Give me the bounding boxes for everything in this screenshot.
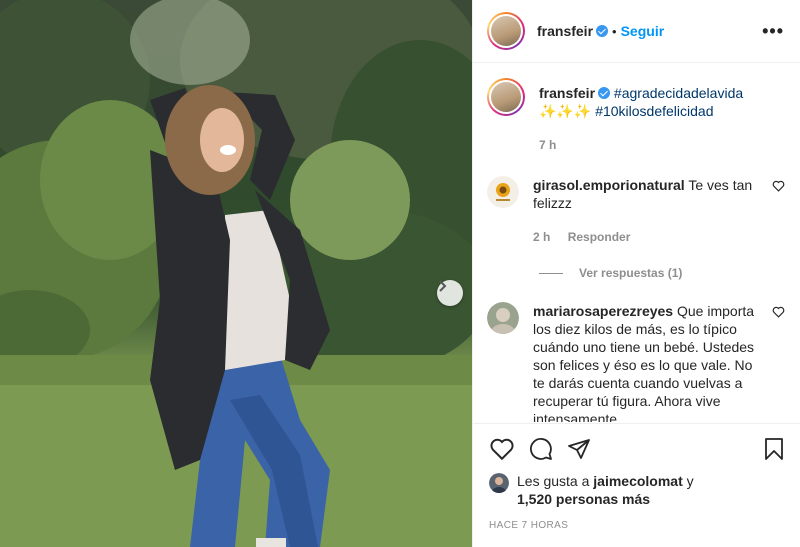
heart-icon[interactable]: [772, 306, 785, 318]
photo-scene: [0, 0, 472, 547]
comment-time: 2 h: [533, 230, 551, 244]
comment-item: girasol.emporionatural Te ves tan felizz…: [487, 176, 785, 246]
emoji-sparkles: ✨✨✨: [539, 103, 592, 119]
comment-button[interactable]: [529, 437, 553, 461]
caption: fransfeir #agradecidadelavida ✨✨✨ #10kil…: [487, 78, 785, 154]
caption-avatar[interactable]: [487, 78, 525, 116]
bookmark-icon: [765, 438, 783, 460]
liker-username[interactable]: jaimecolomat: [593, 473, 682, 489]
save-button[interactable]: [763, 437, 785, 461]
post-timestamp[interactable]: HACE 7 HORAS: [489, 520, 785, 531]
author-username[interactable]: fransfeir: [537, 23, 593, 39]
chevron-right-icon: [439, 280, 447, 292]
comment-text: Que importa los diez kilos de más, es lo…: [533, 303, 755, 422]
commenter-avatar[interactable]: [487, 302, 519, 334]
comments-list[interactable]: fransfeir #agradecidadelavida ✨✨✨ #10kil…: [473, 64, 800, 422]
post-actions: Les gusta a jaimecolomat y 1,520 persona…: [473, 423, 800, 531]
next-photo-button[interactable]: [437, 280, 463, 306]
hashtag-link[interactable]: #10kilosdefelicidad: [595, 103, 713, 119]
post-header: fransfeir • Seguir •••: [473, 0, 800, 63]
share-button[interactable]: [567, 437, 591, 461]
heart-icon[interactable]: [772, 180, 785, 192]
caption-time: 7 h: [539, 138, 557, 152]
separator-dot: •: [612, 23, 617, 39]
comment-meta: 2 h Responder: [533, 228, 763, 246]
likes-count[interactable]: 1,520 personas más: [517, 491, 650, 507]
liker-avatar[interactable]: [489, 473, 509, 493]
post-side-panel: fransfeir • Seguir ••• fransfeir #agrade…: [472, 0, 800, 547]
view-replies-button[interactable]: Ver respuestas (1): [539, 266, 785, 280]
more-icon[interactable]: •••: [762, 22, 784, 40]
hashtag-link[interactable]: #agradecidadelavida: [614, 85, 743, 101]
verified-icon: [598, 87, 611, 99]
verified-icon: [596, 25, 609, 37]
likes-prefix: Les gusta a: [517, 473, 590, 489]
comment-icon: [530, 438, 552, 460]
post-photo[interactable]: [0, 0, 472, 547]
commenter-avatar[interactable]: [487, 176, 519, 208]
comment-item: mariarosaperezreyes Que importa los diez…: [487, 302, 785, 422]
heart-icon: [490, 438, 514, 461]
likes-conj: y: [686, 473, 694, 489]
like-button[interactable]: [489, 437, 515, 461]
share-icon: [568, 439, 590, 459]
likes-summary: Les gusta a jaimecolomat y 1,520 persona…: [489, 472, 785, 508]
reply-button[interactable]: Responder: [568, 230, 631, 244]
author-avatar[interactable]: [487, 12, 525, 50]
commenter-username[interactable]: mariarosaperezreyes: [533, 303, 673, 319]
caption-username[interactable]: fransfeir: [539, 85, 595, 101]
commenter-username[interactable]: girasol.emporionatural: [533, 177, 685, 193]
follow-button[interactable]: Seguir: [621, 23, 665, 39]
